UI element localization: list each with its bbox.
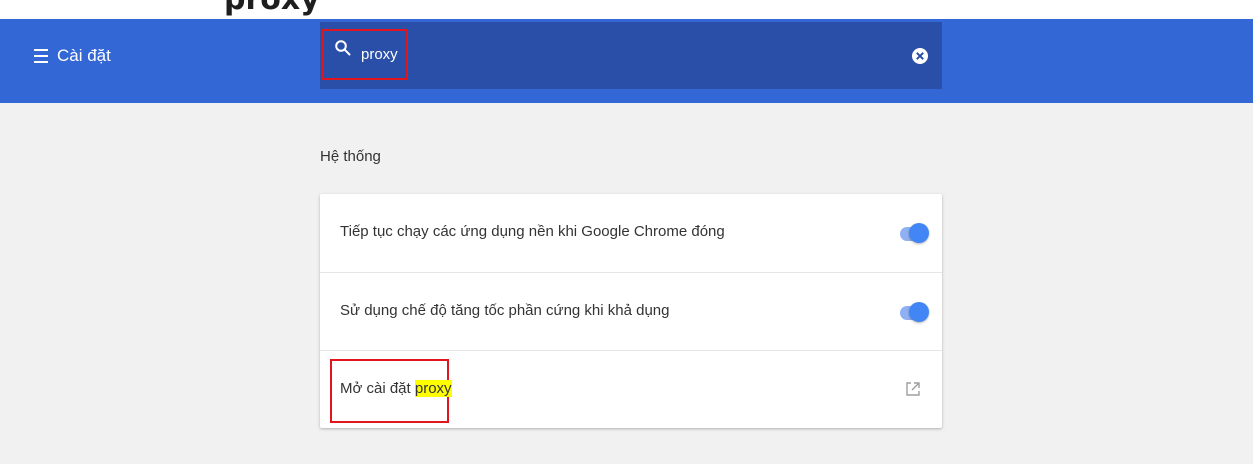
open-proxy-settings-link[interactable]: Mở cài đặt proxy [340,380,452,397]
cropped-title-text: proxy [224,0,320,17]
section-title-system: Hệ thống [320,148,381,165]
hardware-acceleration-toggle[interactable] [898,301,929,323]
proxy-label-prefix: Mở cài đặt [340,380,415,397]
setting-label-background-apps: Tiếp tục chạy các ứng dụng nền khi Googl… [340,223,725,240]
search-field[interactable] [320,22,942,89]
background-apps-toggle[interactable] [898,222,929,244]
page-title: Cài đặt [57,46,111,65]
toggle-knob [909,223,929,243]
system-settings-card: Tiếp tục chạy các ứng dụng nền khi Googl… [320,194,942,428]
setting-row-open-proxy-settings[interactable]: Mở cài đặt proxy [320,350,942,428]
settings-toolbar: Cài đặt [0,19,1253,103]
cropped-header-strip: proxy [0,0,1253,19]
search-match-highlight: proxy [414,380,452,397]
search-input[interactable] [361,42,901,66]
setting-row-background-apps[interactable]: Tiếp tục chạy các ứng dụng nền khi Googl… [320,194,942,272]
clear-search-icon[interactable] [911,47,929,65]
setting-label-hardware-acceleration: Sử dụng chế độ tăng tốc phần cứng khi kh… [340,302,670,319]
toggle-knob [909,302,929,322]
search-icon [335,40,351,56]
setting-row-hardware-acceleration[interactable]: Sử dụng chế độ tăng tốc phần cứng khi kh… [320,272,942,350]
hamburger-menu-icon[interactable] [34,49,48,63]
external-link-icon[interactable] [905,381,921,397]
